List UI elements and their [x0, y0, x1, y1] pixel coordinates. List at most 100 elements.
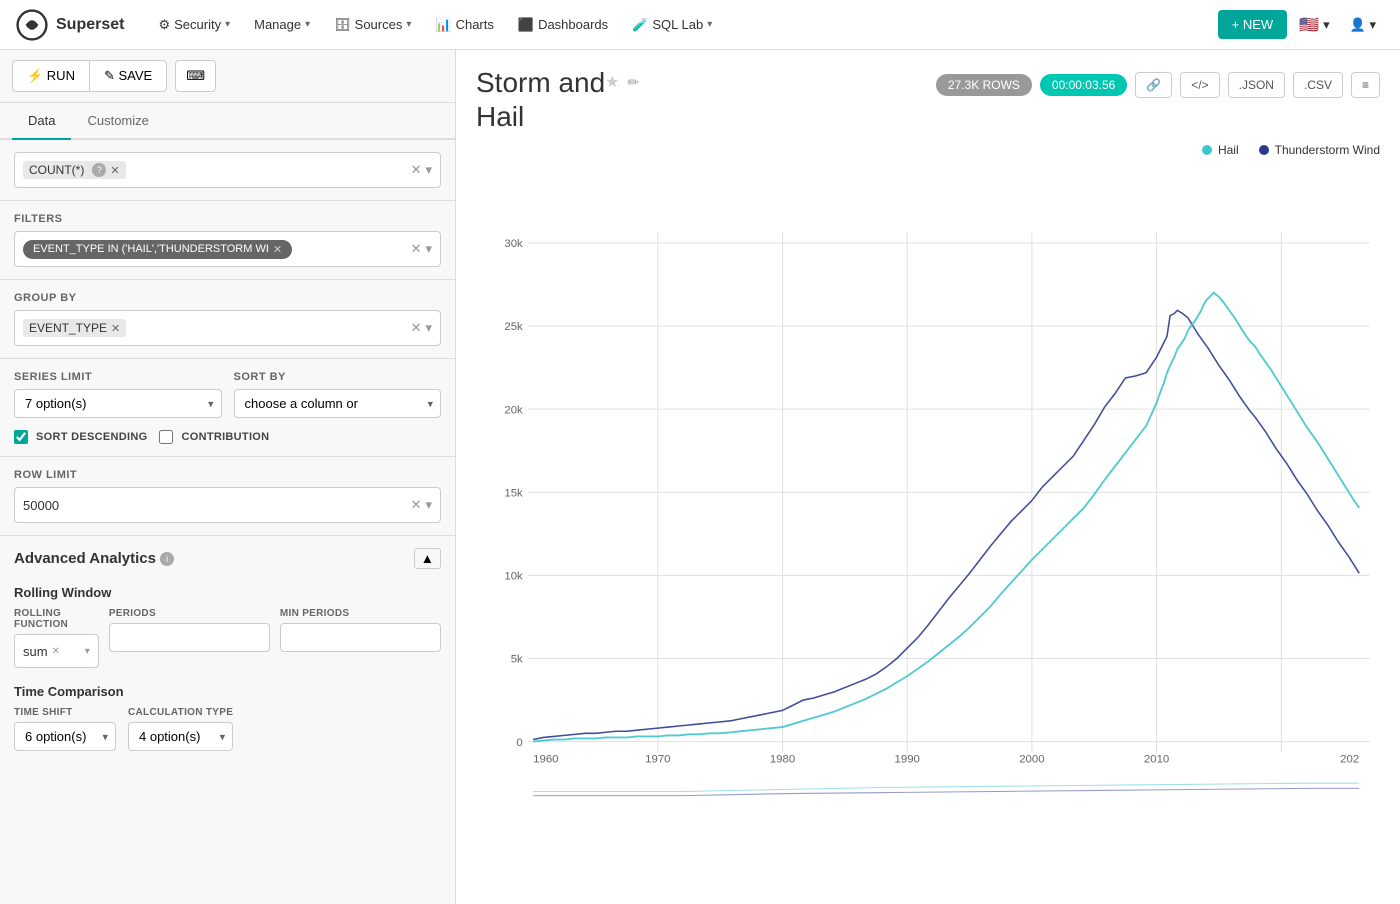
- svg-text:1960: 1960: [533, 754, 558, 766]
- periods-field: PERIODS 365: [109, 608, 270, 668]
- periods-input[interactable]: 365: [109, 623, 270, 652]
- clear-icon[interactable]: ✕: [411, 162, 422, 178]
- chevron-down-icon[interactable]: ▾: [85, 646, 90, 657]
- svg-text:5k: 5k: [511, 654, 523, 666]
- sort-descending-row: SORT DESCENDING: [14, 430, 147, 444]
- clear-icon[interactable]: ✕: [411, 497, 422, 513]
- nav-item-sqllab[interactable]: 🧪 SQL Lab ▾: [622, 11, 722, 39]
- filter-tag: EVENT_TYPE IN ('HAIL','THUNDERSTORM WI ✕: [23, 240, 292, 259]
- row-limit-section: ROW LIMIT 50000 ✕ ▾: [0, 457, 455, 535]
- filters-section: FILTERS EVENT_TYPE IN ('HAIL','THUNDERST…: [0, 201, 455, 279]
- new-button[interactable]: + NEW: [1218, 10, 1288, 39]
- nav-menu: ⚙ Security ▾ Manage ▾ 🗄 Sources ▾ 📊 Char…: [148, 11, 1217, 39]
- sort-by-label: SORT BY: [234, 371, 442, 383]
- series-sort-section: SERIES LIMIT 7 option(s) SORT BY choose …: [0, 359, 455, 456]
- chart-legend: Hail Thunderstorm Wind: [456, 143, 1400, 163]
- chevron-down-icon[interactable]: ▾: [425, 162, 432, 178]
- calculation-type-select[interactable]: 4 option(s): [128, 722, 233, 751]
- advanced-info-icon[interactable]: i: [160, 552, 174, 566]
- groupby-remove-icon[interactable]: ✕: [111, 322, 120, 335]
- sort-descending-checkbox[interactable]: [14, 430, 28, 444]
- contribution-checkbox[interactable]: [159, 430, 173, 444]
- edit-icon[interactable]: ✏: [628, 74, 640, 91]
- language-selector[interactable]: 🇺🇸 ▾: [1295, 11, 1333, 39]
- menu-button[interactable]: ≡: [1351, 72, 1380, 98]
- star-icon[interactable]: ★: [605, 72, 619, 92]
- svg-text:30k: 30k: [504, 238, 523, 250]
- sort-by-wrapper: choose a column or: [234, 389, 442, 418]
- svg-text:2010: 2010: [1144, 754, 1169, 766]
- left-panel: ⚡ RUN ✎ SAVE ⌨ Data Customize COUNT(*) ?…: [0, 50, 456, 904]
- filter-remove-icon[interactable]: ✕: [273, 243, 282, 256]
- svg-text:2000: 2000: [1019, 754, 1044, 766]
- svg-text:25k: 25k: [504, 321, 523, 333]
- keyboard-button[interactable]: ⌨: [175, 60, 216, 92]
- nav-item-dashboards[interactable]: ⬛ Dashboards: [508, 11, 618, 39]
- time-comparison-fields: TIME SHIFT 6 option(s) CALCULATION TYPE …: [0, 707, 455, 763]
- query-toolbar: ⚡ RUN ✎ SAVE ⌨: [0, 50, 455, 103]
- time-shift-select[interactable]: 6 option(s): [14, 722, 116, 751]
- chevron-down-icon[interactable]: ▾: [425, 497, 432, 513]
- tab-data[interactable]: Data: [12, 103, 71, 140]
- nav-item-sources[interactable]: 🗄 Sources ▾: [324, 11, 421, 39]
- flask-icon: 🧪: [632, 17, 648, 33]
- rolling-function-field: ROLLING FUNCTION sum ✕ ▾: [14, 608, 99, 668]
- save-button[interactable]: ✎ SAVE: [89, 60, 167, 92]
- tab-customize[interactable]: Customize: [71, 103, 164, 140]
- chevron-down-icon: ▾: [1369, 17, 1376, 32]
- metric-controls: ✕ ▾: [411, 162, 432, 178]
- csv-button[interactable]: .CSV: [1293, 72, 1343, 98]
- metric-remove-icon[interactable]: ✕: [110, 164, 119, 177]
- svg-text:1990: 1990: [895, 754, 920, 766]
- chevron-down-icon[interactable]: ▾: [425, 241, 432, 257]
- nav-item-manage[interactable]: Manage ▾: [244, 11, 320, 38]
- rolling-function-label: ROLLING FUNCTION: [14, 608, 99, 630]
- legend-dot-thunderstorm: [1259, 145, 1269, 155]
- bar-chart-icon: 📊: [435, 17, 451, 33]
- filters-input[interactable]: EVENT_TYPE IN ('HAIL','THUNDERSTORM WI ✕…: [14, 231, 441, 267]
- brand-name: Superset: [56, 16, 124, 34]
- link-button[interactable]: 🔗: [1135, 72, 1172, 98]
- user-menu[interactable]: 👤 ▾: [1342, 13, 1384, 37]
- advanced-analytics-header: Advanced Analytics i ▲: [0, 536, 455, 581]
- contribution-row: CONTRIBUTION: [159, 430, 269, 444]
- series-limit-select[interactable]: 7 option(s): [14, 389, 222, 418]
- row-limit-label: ROW LIMIT: [14, 469, 441, 481]
- nav-item-charts[interactable]: 📊 Charts: [425, 11, 503, 39]
- rolling-function-select[interactable]: sum ✕ ▾: [14, 634, 99, 668]
- flag-icon: 🇺🇸: [1299, 15, 1319, 35]
- legend-item-hail: Hail: [1202, 143, 1239, 157]
- groupby-input[interactable]: EVENT_TYPE ✕ ✕ ▾: [14, 310, 441, 346]
- calculation-type-field: CALCULATION TYPE 4 option(s): [128, 707, 233, 751]
- chevron-down-icon[interactable]: ▾: [425, 320, 432, 336]
- row-limit-controls: ✕ ▾: [411, 497, 432, 513]
- chart-title-area: Storm and Hail: [476, 66, 605, 133]
- json-button[interactable]: .JSON: [1228, 72, 1285, 98]
- panel-tabs: Data Customize: [0, 103, 455, 140]
- time-badge: 00:00:03.56: [1040, 74, 1127, 96]
- chart-svg: 30k 25k 20k 15k 10k 5k 0 1960 1970 1980 …: [476, 163, 1380, 884]
- sort-by-select[interactable]: choose a column or: [234, 389, 442, 418]
- min-periods-input[interactable]: 0: [280, 623, 441, 652]
- min-periods-label: MIN PERIODS: [280, 608, 441, 619]
- time-shift-field: TIME SHIFT 6 option(s): [14, 707, 116, 751]
- main-container: ⚡ RUN ✎ SAVE ⌨ Data Customize COUNT(*) ?…: [0, 50, 1400, 904]
- run-button[interactable]: ⚡ RUN: [12, 60, 89, 92]
- row-limit-input[interactable]: 50000 ✕ ▾: [14, 487, 441, 523]
- metric-help-icon[interactable]: ?: [92, 163, 106, 177]
- groupby-controls: ✕ ▾: [411, 320, 432, 336]
- nav-item-security[interactable]: ⚙ Security ▾: [148, 11, 240, 39]
- metric-section: COUNT(*) ? ✕ ✕ ▾: [0, 140, 455, 200]
- collapse-button[interactable]: ▲: [414, 548, 441, 569]
- min-periods-field: MIN PERIODS 0: [280, 608, 441, 668]
- calculation-type-label: CALCULATION TYPE: [128, 707, 233, 718]
- brand[interactable]: Superset: [16, 9, 124, 41]
- clear-icon[interactable]: ✕: [411, 320, 422, 336]
- clear-icon[interactable]: ✕: [411, 241, 422, 257]
- code-button[interactable]: </>: [1180, 72, 1219, 98]
- navbar-right: + NEW 🇺🇸 ▾ 👤 ▾: [1218, 10, 1384, 39]
- groupby-tag: EVENT_TYPE ✕: [23, 319, 126, 337]
- time-shift-label: TIME SHIFT: [14, 707, 116, 718]
- rolling-function-clear-icon[interactable]: ✕: [52, 646, 60, 657]
- metric-input[interactable]: COUNT(*) ? ✕ ✕ ▾: [14, 152, 441, 188]
